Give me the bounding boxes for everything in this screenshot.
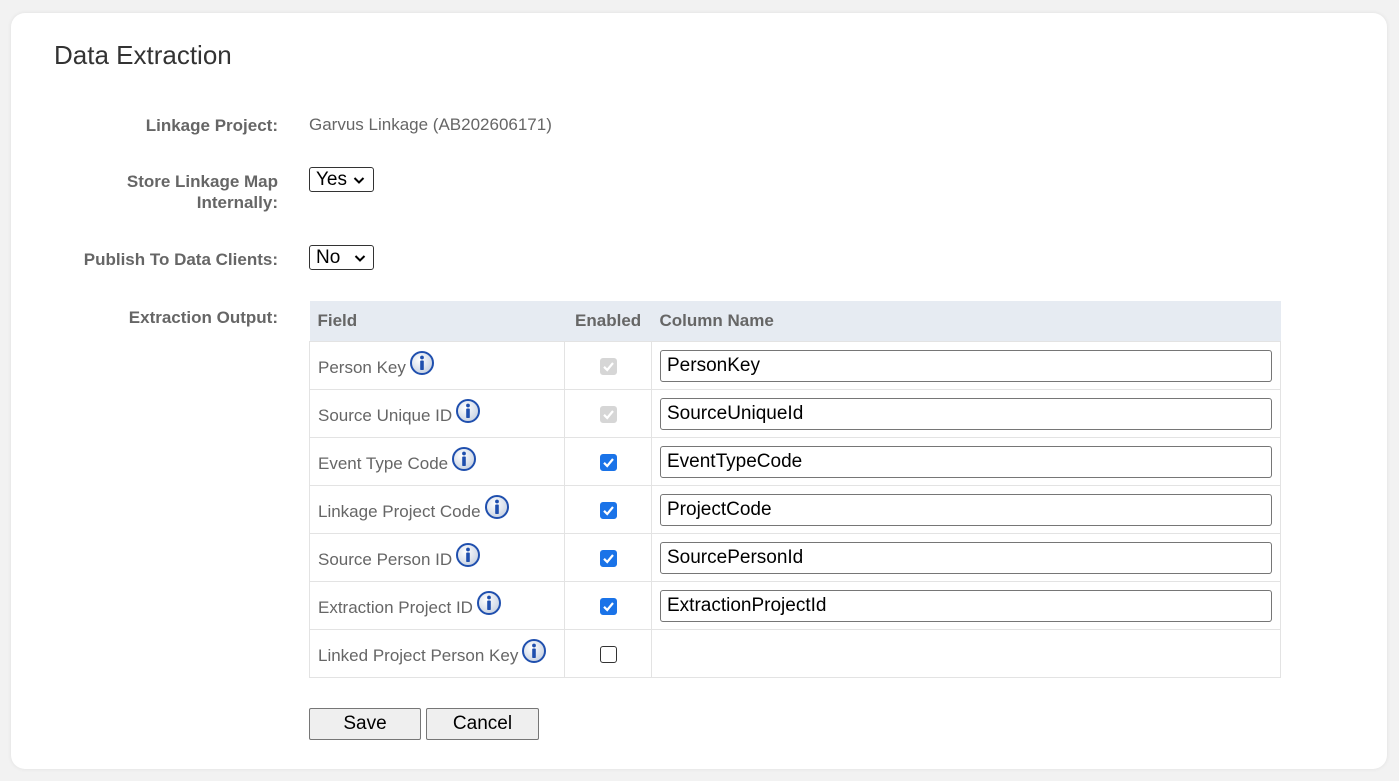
page-title: Data Extraction xyxy=(54,40,232,70)
column-name-input[interactable] xyxy=(660,445,1272,478)
info-icon[interactable] xyxy=(484,494,509,519)
enabled-cell xyxy=(564,485,652,534)
enabled-checkbox[interactable] xyxy=(599,645,617,663)
field-label: Person Key xyxy=(318,357,406,377)
enabled-cell xyxy=(564,437,652,486)
table-header-row: Field Enabled Column Name xyxy=(309,301,1281,342)
publish-to-data-clients-label: Publish To Data Clients: xyxy=(83,250,278,269)
enabled-checkbox xyxy=(599,405,617,423)
field-cell: Source Unique ID xyxy=(308,389,566,438)
column-name-cell xyxy=(651,629,1281,678)
store-linkage-map-select[interactable]: Yes xyxy=(309,167,374,192)
column-name-cell xyxy=(651,581,1281,630)
chevron-down-icon xyxy=(355,254,366,262)
enabled-checkbox[interactable] xyxy=(599,501,617,519)
column-name-input[interactable] xyxy=(660,349,1272,382)
column-name-input[interactable] xyxy=(660,493,1272,526)
table-row: Linkage Project Code xyxy=(308,485,1281,534)
field-cell: Event Type Code xyxy=(308,437,566,486)
save-button[interactable]: Save xyxy=(309,708,421,740)
enabled-checkbox[interactable] xyxy=(599,453,617,471)
field-cell: Source Person ID xyxy=(308,533,566,582)
header-enabled: Enabled xyxy=(564,301,652,342)
info-icon[interactable] xyxy=(456,398,481,423)
field-label: Source Unique ID xyxy=(318,405,453,425)
field-cell: Linked Project Person Key xyxy=(308,629,566,678)
column-name-cell xyxy=(651,485,1281,534)
store-linkage-map-label-line2: Internally: xyxy=(196,193,278,212)
extraction-output-label: Extraction Output: xyxy=(128,308,278,327)
extraction-output-table: Field Enabled Column Name Person Key Sour… xyxy=(308,301,1281,678)
publish-to-data-clients-select[interactable]: No xyxy=(309,245,374,270)
enabled-cell xyxy=(564,341,652,390)
store-linkage-map-selected: Yes xyxy=(316,168,347,190)
linkage-project-label: Linkage Project: xyxy=(145,116,278,135)
enabled-checkbox[interactable] xyxy=(599,549,617,567)
table-row: Event Type Code xyxy=(308,437,1281,486)
column-name-cell xyxy=(651,437,1281,486)
column-name-input[interactable] xyxy=(660,397,1272,430)
table-row: Person Key xyxy=(308,341,1281,390)
column-name-input[interactable] xyxy=(660,589,1272,622)
enabled-cell xyxy=(564,533,652,582)
table-row: Linked Project Person Key xyxy=(308,629,1281,678)
cancel-button[interactable]: Cancel xyxy=(426,708,539,740)
info-icon[interactable] xyxy=(452,446,477,471)
column-name-cell xyxy=(651,389,1281,438)
field-cell: Linkage Project Code xyxy=(308,485,566,534)
field-label: Extraction Project ID xyxy=(318,597,473,617)
header-field: Field xyxy=(309,301,565,342)
field-label: Linkage Project Code xyxy=(318,501,481,521)
enabled-checkbox xyxy=(599,357,617,375)
info-icon[interactable] xyxy=(522,638,547,663)
info-icon[interactable] xyxy=(476,590,501,615)
field-cell: Person Key xyxy=(308,341,566,390)
chevron-down-icon xyxy=(353,176,365,184)
enabled-cell xyxy=(564,389,652,438)
enabled-cell xyxy=(564,629,652,678)
data-extraction-panel: Data Extraction Linkage Project: Garvus … xyxy=(11,13,1387,769)
enabled-cell xyxy=(564,581,652,630)
field-label: Linked Project Person Key xyxy=(318,645,519,665)
enabled-checkbox[interactable] xyxy=(599,597,617,615)
field-cell: Extraction Project ID xyxy=(308,581,566,630)
field-label: Source Person ID xyxy=(318,549,453,569)
linkage-project-value: Garvus Linkage (AB202606171) xyxy=(309,115,552,134)
store-linkage-map-label: Store Linkage Map Internally: xyxy=(127,171,278,213)
header-column-name: Column Name xyxy=(651,301,1281,342)
store-linkage-map-label-line1: Store Linkage Map xyxy=(126,172,278,191)
table-row: Extraction Project ID xyxy=(308,581,1281,630)
info-icon[interactable] xyxy=(456,542,481,567)
column-name-input[interactable] xyxy=(660,541,1272,574)
column-name-cell xyxy=(651,341,1281,390)
info-icon[interactable] xyxy=(409,350,434,375)
column-name-cell xyxy=(651,533,1281,582)
table-row: Source Unique ID xyxy=(308,389,1281,438)
field-label: Event Type Code xyxy=(318,453,449,473)
table-row: Source Person ID xyxy=(308,533,1281,582)
publish-to-data-clients-selected: No xyxy=(316,246,341,268)
